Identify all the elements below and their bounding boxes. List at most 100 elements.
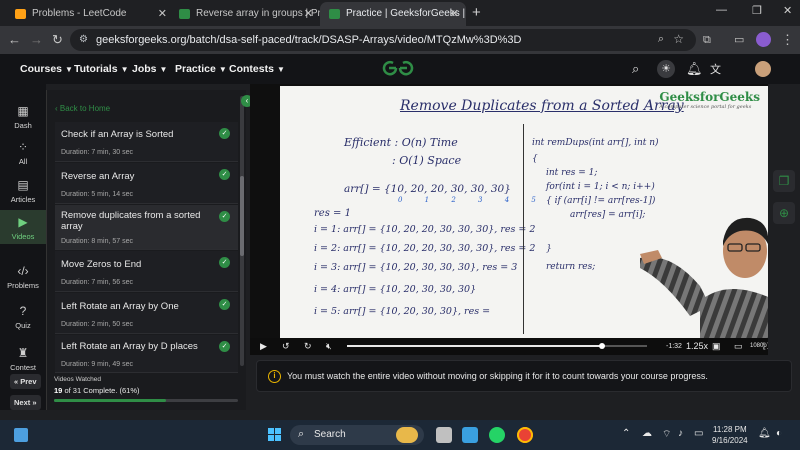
complexity-time: Efficient : O(n) Time [344,136,458,149]
chevron-down-icon: ▼ [276,65,285,74]
close-tab-icon[interactable]: ✕ [304,2,313,26]
chevron-down-icon: ▼ [65,65,73,74]
menu-kebab-icon[interactable]: ⋮ [781,31,794,49]
site-header: Courses ▼ Tutorials ▼ Jobs ▼ Practice ▼ Cont… [0,54,800,84]
video-duration: Duration: 5 min, 14 sec [61,191,133,198]
rail-item-all[interactable]: ⁘ All [0,140,46,166]
whiteboard-frame: Remove Duplicates from a Sorted Array Ge… [280,86,768,355]
translate-icon[interactable]: 文 [710,61,721,77]
restore-icon[interactable]: ❐ [752,4,762,17]
close-window-icon[interactable]: ✕ [783,4,792,17]
rail-item-videos[interactable]: ▶ Videos [0,210,46,244]
nav-courses[interactable]: Courses ▼ [20,63,73,75]
cloud-icon[interactable]: ☁ [642,428,652,439]
video-duration: Duration: 7 min, 56 sec [61,279,133,286]
zoom-icon[interactable]: ⌕ [658,33,664,46]
next-button[interactable]: Next » [10,395,41,410]
seek-bar[interactable] [347,343,647,349]
rail-item-dash[interactable]: ▦ Dash [0,104,46,130]
video-item[interactable]: Left Rotate an Array by D places Duratio… [55,335,238,373]
tab-leetcode[interactable]: Problems - LeetCode ✕ [6,2,174,26]
completed-check-icon: ✓ [219,299,230,310]
mute-icon[interactable]: 🔇︎ [326,341,332,352]
playback-speed[interactable]: 1.25x [686,341,708,351]
video-title: Remove duplicates from a sorted array [61,210,201,232]
volume-icon[interactable]: ♪ [678,428,683,439]
battery-icon[interactable]: ▭ [694,428,703,439]
profile-avatar[interactable] [756,32,771,47]
system-clock[interactable]: 11:28 PM 9/16/2024 [712,424,748,446]
rail-item-contest[interactable]: ♜ Contest [0,346,46,372]
nav-tutorials[interactable]: Tutorials ▼ [74,63,128,75]
address-bar[interactable]: ⚙ geeksforgeeks.org/batch/dsa-self-paced… [70,29,696,51]
forward-icon[interactable]: ↻ [304,341,312,352]
video-duration: Duration: 7 min, 30 sec [61,149,133,156]
tab-practice-active[interactable]: Practice | GeeksforGeeks | A co ✕ [320,2,466,26]
nav-practice[interactable]: Practice ▼ [175,63,227,75]
play-icon[interactable]: ▶ [260,341,267,352]
completed-check-icon: ✓ [219,257,230,268]
reload-icon[interactable]: ↻ [52,31,63,49]
file-explorer-icon[interactable] [462,427,478,443]
theme-toggle-icon[interactable]: ☀ [657,60,675,78]
bell-icon[interactable]: 🔔︎ [686,61,703,77]
add-note-icon[interactable]: ⊕ [773,202,795,224]
video-item[interactable]: Reverse an Array Duration: 5 min, 14 sec… [55,163,238,204]
video-item-active[interactable]: Remove duplicates from a sorted array Du… [55,205,238,250]
trace-line: i = 1: arr[] = {10, 20, 20, 30, 30, 30},… [314,224,536,235]
chat-icon[interactable]: ❐ [773,170,795,192]
back-arrow-icon[interactable]: ← [8,31,21,49]
task-view-icon[interactable] [436,427,452,443]
videos-watched-progress: Videos Watched 19 of 31 Complete. (61%) [50,370,242,410]
site-info-icon[interactable]: ⚙ [79,34,88,45]
rewind-icon[interactable]: ↺ [282,341,290,352]
video-player[interactable]: Remove Duplicates from a Sorted Array Ge… [250,84,768,355]
panel-scroll-thumb[interactable] [240,176,244,256]
extensions-icon[interactable]: ⧉ [703,31,711,49]
forward-arrow-icon[interactable]: → [30,31,43,49]
gfg-logo[interactable] [380,59,416,82]
new-tab-button[interactable]: + [472,3,481,23]
chrome-icon[interactable] [517,427,533,443]
nav-jobs[interactable]: Jobs ▼ [132,63,167,75]
rail-item-problems[interactable]: ‹/› Problems [0,264,46,290]
prev-button[interactable]: « Prev [10,374,41,389]
video-item[interactable]: Move Zeros to End Duration: 7 min, 56 se… [55,251,238,292]
close-tab-icon[interactable]: ✕ [158,2,167,26]
wifi-icon[interactable]: ⌔ [662,428,671,441]
minimize-icon[interactable]: — [716,4,727,16]
taskbar-search[interactable]: ⌕ Search [290,425,424,445]
video-item[interactable]: Check if an Array is Sorted Duration: 7 … [55,122,238,162]
user-avatar[interactable] [755,61,771,77]
windows-start-icon[interactable] [268,428,282,442]
tab-reverse-array[interactable]: Reverse array in groups | Practic ✕ [170,2,320,26]
back-to-home-link[interactable]: ‹ Back to Home [55,104,110,113]
search-icon[interactable]: ⌕ [632,61,639,77]
search-icon: ⌕ [298,428,305,440]
nav-contests[interactable]: Contests ▼ [229,63,285,75]
notification-bell-icon[interactable]: 🔔︎ [758,428,771,439]
pip-icon[interactable]: ▣ [712,341,721,352]
rail-item-quiz[interactable]: ? Quiz [0,304,46,330]
widgets-icon[interactable] [14,428,28,442]
code-line: } [546,244,552,254]
video-item[interactable]: Left Rotate an Array by One Duration: 2 … [55,293,238,334]
close-tab-icon[interactable]: ✕ [450,2,459,26]
tab-title: Problems - LeetCode [32,8,127,19]
left-nav-rail: ▦ Dash ⁘ All ▤ Articles ▶ Videos ‹/› Problems… [0,84,46,410]
color-icon[interactable]: ◐ [776,428,782,439]
grid-icon: ▦ [17,104,29,118]
complexity-space: : O(1) Space [392,154,462,167]
sidebar-icon[interactable]: ▭ [734,31,744,49]
trace-line: i = 5: arr[] = {10, 20, 30, 30}, res = [314,306,491,317]
seek-handle[interactable] [599,343,605,349]
leetcode-favicon-icon [15,9,26,19]
whatsapp-icon[interactable] [489,427,505,443]
bookmark-star-icon[interactable]: ☆ [673,32,684,46]
rail-item-articles[interactable]: ▤ Articles [0,178,46,204]
captions-icon[interactable]: ▭ [734,341,743,352]
chevron-up-icon[interactable]: ⌃ [622,428,630,439]
trace-line: i = 2: arr[] = {10, 20, 20, 30, 30, 30},… [314,243,536,254]
search-highlight-icon [396,427,418,443]
video-duration: Duration: 8 min, 57 sec [61,238,133,245]
